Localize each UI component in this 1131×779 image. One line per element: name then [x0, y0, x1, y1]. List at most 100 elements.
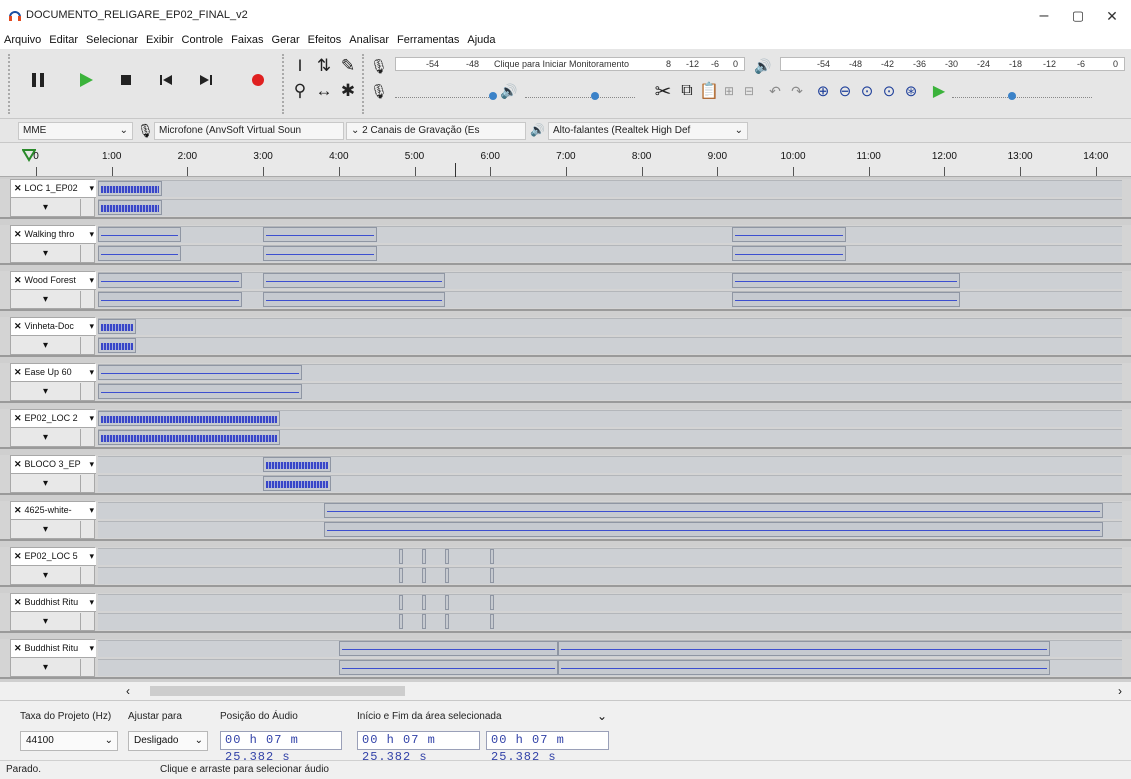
- track-collapse-button[interactable]: ▾: [11, 521, 81, 539]
- track-menu-chevron-icon[interactable]: ▾: [89, 410, 94, 427]
- audio-clip[interactable]: [399, 614, 404, 629]
- close-button[interactable]: ✕: [1098, 4, 1126, 28]
- close-track-icon[interactable]: ✕: [14, 183, 22, 193]
- track-channel-lane[interactable]: [98, 659, 1122, 676]
- track-collapse-button[interactable]: ▾: [11, 245, 81, 263]
- audio-clip[interactable]: [263, 227, 377, 242]
- track-menu-chevron-icon[interactable]: ▾: [89, 456, 94, 473]
- audio-clip[interactable]: [490, 568, 495, 583]
- track-collapse-button[interactable]: ▾: [11, 567, 81, 585]
- fit-selection-icon[interactable]: ⊙: [856, 80, 878, 102]
- track[interactable]: ✕ Vinheta-Doc ▾ ▾: [0, 317, 1131, 357]
- track-channel-lane[interactable]: [98, 337, 1122, 354]
- audio-clip[interactable]: [732, 246, 846, 261]
- track-channel-lane[interactable]: [98, 521, 1122, 538]
- track-menu-chevron-icon[interactable]: ▾: [89, 502, 94, 519]
- audio-clip[interactable]: [263, 246, 377, 261]
- audio-clip[interactable]: [490, 549, 495, 564]
- audio-clip[interactable]: [422, 595, 427, 610]
- track-name-button[interactable]: ✕ 4625-white- ▾: [11, 502, 96, 520]
- horizontal-scrollbar[interactable]: ‹ ›: [0, 682, 1131, 700]
- stop-button[interactable]: [106, 57, 146, 102]
- track-control-panel[interactable]: ✕ 4625-white- ▾ ▾: [10, 501, 96, 539]
- cut-icon[interactable]: ✂: [652, 80, 674, 103]
- track-name-button[interactable]: ✕ Wood Forest ▾: [11, 272, 96, 290]
- envelope-tool-icon[interactable]: ⇅: [313, 55, 335, 77]
- track-menu-chevron-icon[interactable]: ▾: [89, 640, 94, 657]
- track-collapse-button[interactable]: ▾: [11, 429, 81, 447]
- track-menu-chevron-icon[interactable]: ▾: [89, 594, 94, 611]
- track-channel-lane[interactable]: [98, 613, 1122, 630]
- track-collapse-button[interactable]: ▾: [11, 659, 81, 677]
- track-collapse-button[interactable]: ▾: [11, 199, 81, 217]
- close-track-icon[interactable]: ✕: [14, 275, 22, 285]
- zoom-out-icon[interactable]: ⊖: [834, 80, 856, 102]
- track-control-panel[interactable]: ✕ Ease Up 60 ▾ ▾: [10, 363, 96, 401]
- track-control-panel[interactable]: ✕ Buddhist Ritu ▾ ▾: [10, 639, 96, 677]
- audio-clip[interactable]: [323, 503, 1104, 518]
- audio-clip[interactable]: [98, 227, 182, 242]
- close-track-icon[interactable]: ✕: [14, 413, 22, 423]
- audio-clip[interactable]: [490, 595, 495, 610]
- track-name-button[interactable]: ✕ Buddhist Ritu ▾: [11, 640, 96, 658]
- playhead-marker[interactable]: [455, 163, 456, 177]
- track-control-panel[interactable]: ✕ Wood Forest ▾ ▾: [10, 271, 96, 309]
- menu-editar[interactable]: Editar: [45, 32, 82, 49]
- close-track-icon[interactable]: ✕: [14, 367, 22, 377]
- scroll-left-icon[interactable]: ‹: [126, 684, 130, 698]
- timeshift-tool-icon[interactable]: ↔: [313, 80, 335, 102]
- copy-icon[interactable]: ⧉: [676, 80, 698, 102]
- audio-clip[interactable]: [263, 476, 332, 491]
- skip-start-button[interactable]: [146, 57, 186, 102]
- menu-gerar[interactable]: Gerar: [268, 32, 304, 49]
- fit-project-icon[interactable]: ⊙: [878, 80, 900, 102]
- menu-controle[interactable]: Controle: [178, 32, 228, 49]
- audio-clip[interactable]: [98, 365, 303, 380]
- track[interactable]: ✕ 4625-white- ▾ ▾: [0, 501, 1131, 541]
- audio-host-select[interactable]: MME ⌄: [18, 122, 133, 140]
- silence-icon[interactable]: ⊟: [738, 80, 760, 102]
- audio-clip[interactable]: [732, 273, 960, 288]
- project-rate-select[interactable]: 44100 ⌄: [20, 731, 118, 751]
- track-menu-chevron-icon[interactable]: ▾: [89, 272, 94, 289]
- audio-clip[interactable]: [732, 292, 960, 307]
- slider-thumb[interactable]: [1008, 92, 1016, 100]
- maximize-button[interactable]: ▢: [1064, 4, 1092, 28]
- audio-clip[interactable]: [323, 522, 1104, 537]
- audio-clip[interactable]: [98, 411, 280, 426]
- audio-clip[interactable]: [490, 614, 495, 629]
- track-channel-lane[interactable]: [98, 291, 1122, 308]
- track-name-button[interactable]: ✕ EP02_LOC 2 ▾: [11, 410, 96, 428]
- toolbar-grip-tools[interactable]: [282, 54, 287, 114]
- track-channel-lane[interactable]: [98, 180, 1122, 197]
- track-collapse-button[interactable]: ▾: [11, 613, 81, 631]
- play-button[interactable]: [66, 57, 106, 102]
- track-name-button[interactable]: ✕ LOC 1_EP02 ▾: [11, 180, 96, 198]
- audio-clip[interactable]: [558, 641, 1051, 656]
- scroll-thumb[interactable]: [150, 686, 405, 696]
- track-channel-lane[interactable]: [98, 245, 1122, 262]
- menu-efeitos[interactable]: Efeitos: [304, 32, 346, 49]
- audio-clip[interactable]: [338, 660, 559, 675]
- audio-clip[interactable]: [444, 614, 449, 629]
- audio-clip[interactable]: [98, 273, 242, 288]
- audio-clip[interactable]: [444, 595, 449, 610]
- track-area[interactable]: ✕ LOC 1_EP02 ▾ ▾ ✕ Walking thro ▾ ▾ ✕ Wood Forest…: [0, 177, 1131, 682]
- audio-clip[interactable]: [98, 384, 303, 399]
- multi-tool-icon[interactable]: ✱: [337, 80, 359, 102]
- track-channel-lane[interactable]: [98, 364, 1122, 381]
- audio-clip[interactable]: [98, 319, 136, 334]
- track-control-panel[interactable]: ✕ EP02_LOC 5 ▾ ▾: [10, 547, 96, 585]
- track[interactable]: ✕ LOC 1_EP02 ▾ ▾: [0, 179, 1131, 219]
- audio-position-field[interactable]: 00 h 07 m 25.382 s: [220, 731, 342, 764]
- audio-clip[interactable]: [98, 292, 242, 307]
- audio-clip[interactable]: [444, 568, 449, 583]
- audio-clip[interactable]: [399, 549, 404, 564]
- audio-clip[interactable]: [263, 457, 332, 472]
- track-channel-lane[interactable]: [98, 272, 1122, 289]
- track-control-panel[interactable]: ✕ BLOCO 3_EP ▾ ▾: [10, 455, 96, 493]
- playback-meter[interactable]: -54 -48 -42 -36 -30 -24 -18 -12 -6 0: [780, 57, 1125, 71]
- track-menu-chevron-icon[interactable]: ▾: [89, 548, 94, 565]
- track[interactable]: ✕ EP02_LOC 2 ▾ ▾: [0, 409, 1131, 449]
- track-channel-lane[interactable]: [98, 640, 1122, 657]
